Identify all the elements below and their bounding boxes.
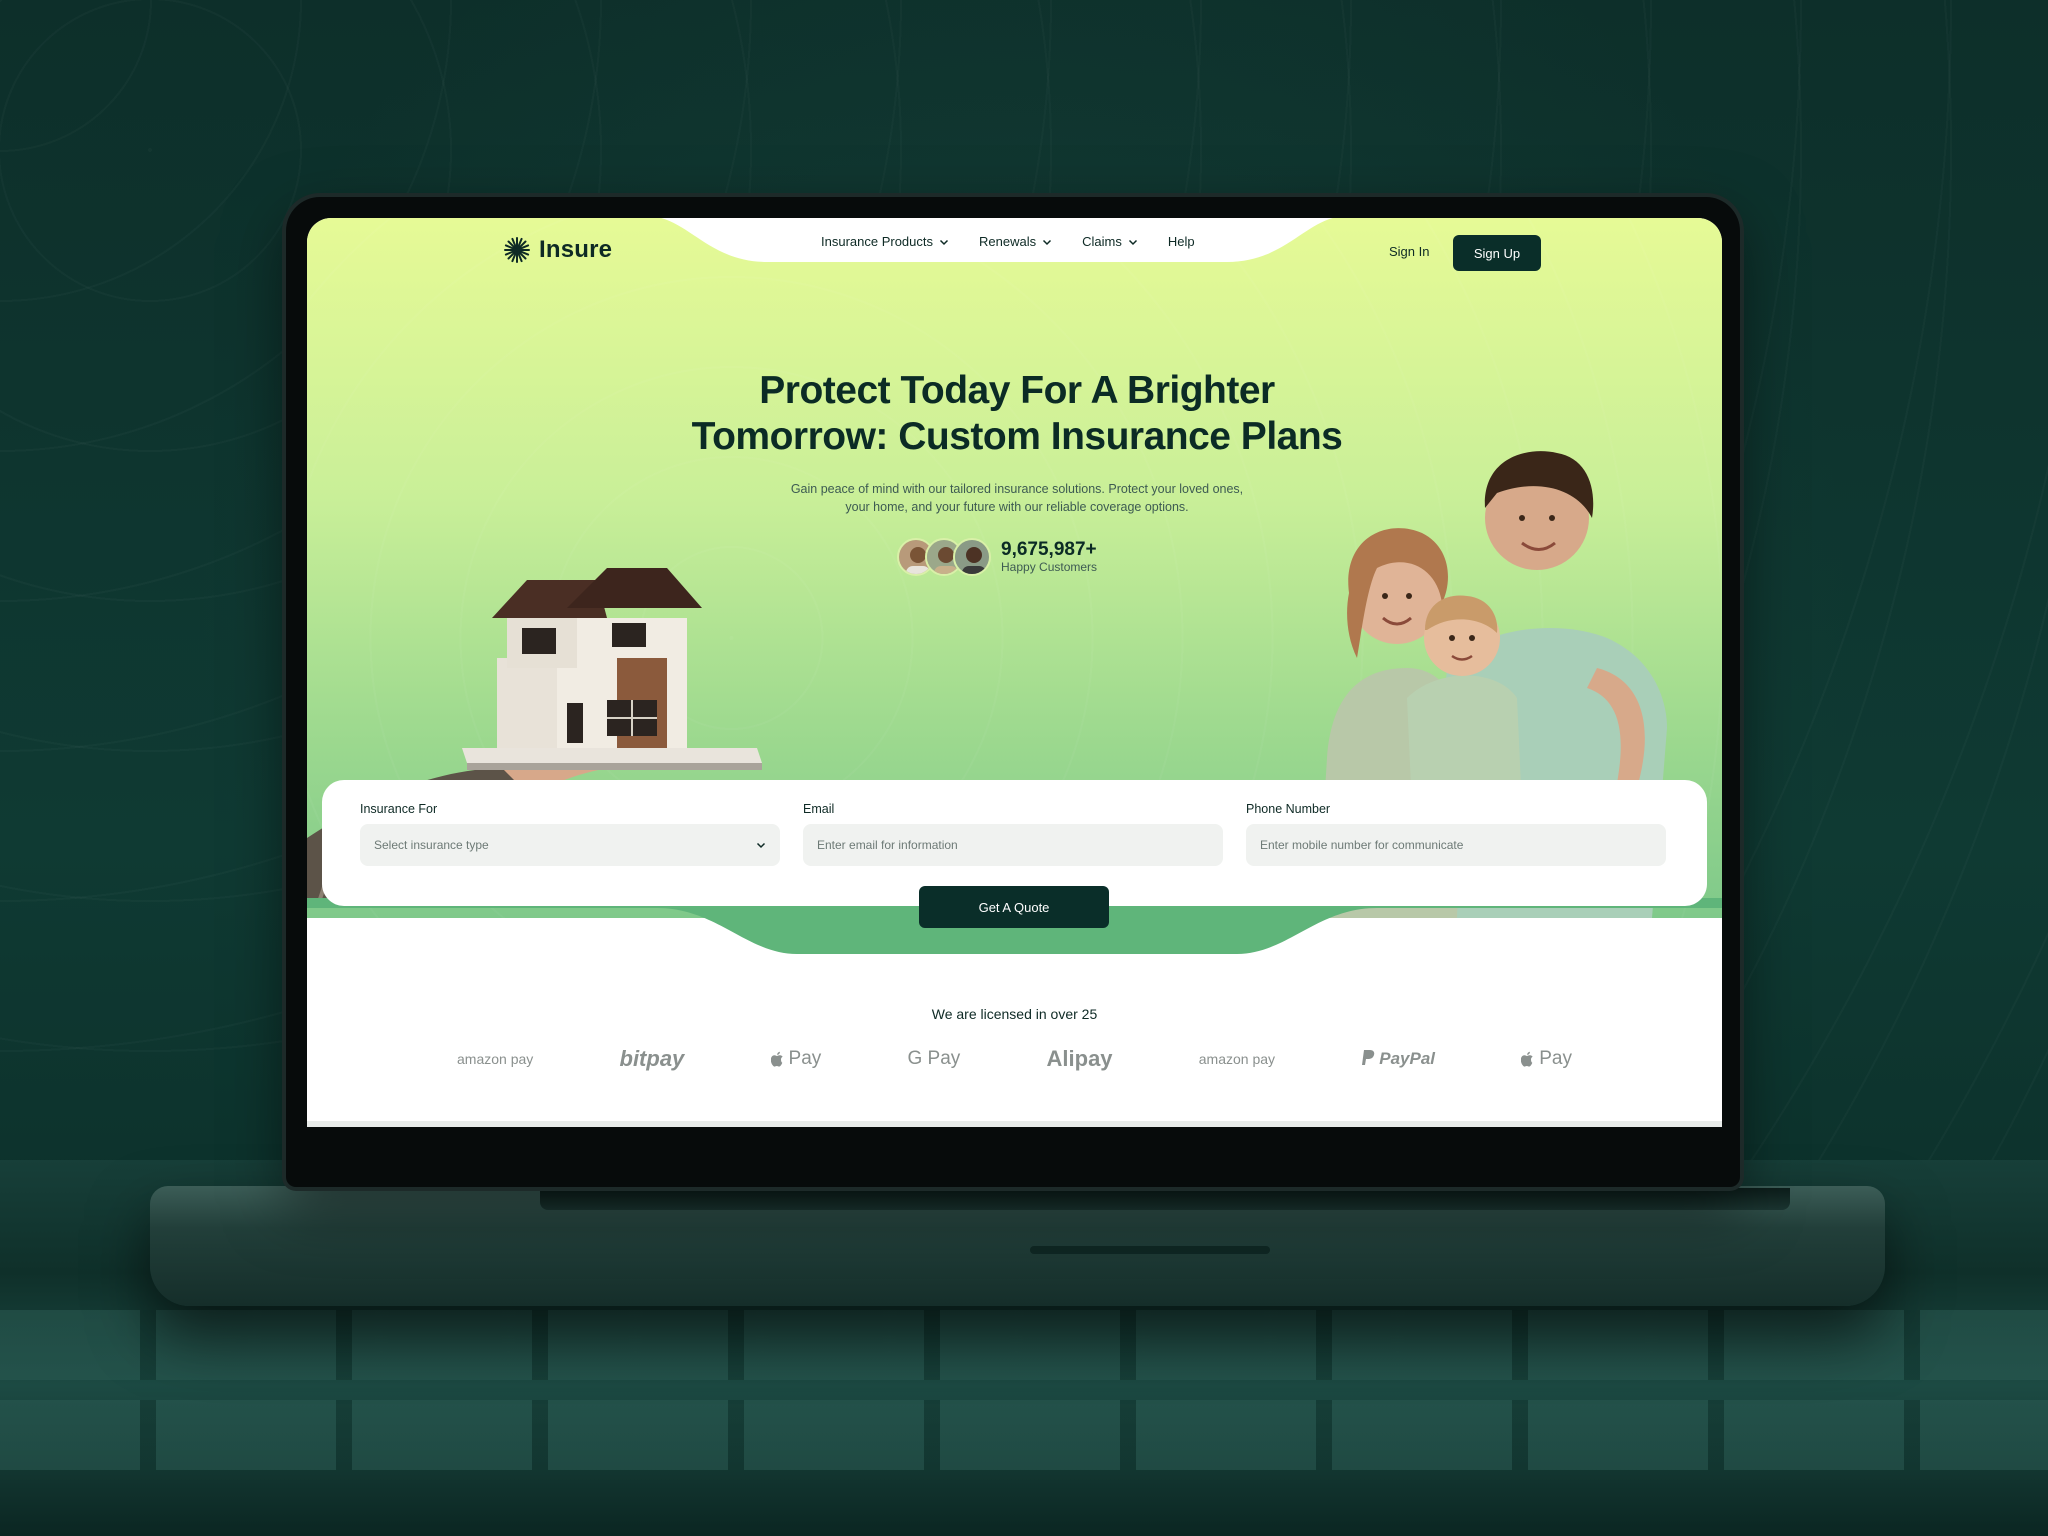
email-field: Email Enter email for information (803, 802, 1223, 866)
nav-item-label: Claims (1082, 234, 1122, 249)
phone-input[interactable]: Enter mobile number for communicate (1246, 824, 1666, 866)
amazon-pay-logo: amazon pay (457, 1051, 533, 1067)
main-nav: Insurance Products Renewals Claims Help (821, 234, 1195, 249)
hero-subtitle-line: your home, and your future with our reli… (845, 500, 1189, 514)
amazon-pay-logo: amazon pay (1199, 1051, 1275, 1067)
hero-title-line: Protect Today For A Brighter (759, 369, 1275, 412)
customer-stats-text: 9,675,987+ Happy Customers (1001, 539, 1098, 575)
chevron-down-icon (1043, 239, 1052, 245)
licensed-heading: We are licensed in over 25 (931, 1006, 1098, 1022)
customer-avatars (897, 538, 991, 576)
logo-text: Alipay (1046, 1046, 1113, 1071)
alipay-logo: Alipay (1047, 1046, 1113, 1072)
chevron-down-icon (939, 239, 949, 245)
nav-item-renewals[interactable]: Renewals (979, 234, 1052, 249)
chevron-down-icon (1128, 239, 1137, 245)
sunburst-icon (504, 237, 530, 263)
google-pay-logo: G Pay (907, 1048, 960, 1070)
customer-label: Happy Customers (1001, 560, 1098, 574)
website-screen: Insure Insurance Products Renewals Claim… (307, 218, 1722, 1121)
nav-item-help[interactable]: Help (1168, 234, 1195, 249)
logo-text: amazon pay (1198, 1051, 1276, 1067)
bitpay-logo: bitpay (620, 1046, 685, 1072)
email-placeholder: Enter email for information (817, 838, 958, 852)
apple-pay-logo: Pay (770, 1048, 822, 1070)
logo-text: Pay (1539, 1048, 1572, 1069)
hero-subtitle: Gain peace of mind with our tailored ins… (757, 480, 1277, 516)
hero-title-line: Tomorrow: Custom Insurance Plans (691, 415, 1343, 458)
nav-item-label: Renewals (979, 234, 1037, 249)
logo-text: amazon pay (457, 1051, 534, 1067)
nav-item-insurance-products[interactable]: Insurance Products (821, 234, 949, 249)
logo-text: Pay (788, 1048, 822, 1069)
chevron-down-icon (756, 842, 766, 849)
phone-placeholder: Enter mobile number for communicate (1260, 838, 1464, 852)
avatar (953, 538, 991, 576)
insurance-for-label: Insurance For (360, 802, 438, 816)
nav-item-label: Help (1167, 234, 1195, 249)
screen-bottom-edge (307, 1121, 1722, 1127)
nav-item-label: Insurance Products (821, 234, 934, 249)
email-label: Email (803, 802, 835, 816)
apple-pay-logo: Pay (1521, 1048, 1572, 1070)
keyboard-slot (540, 1188, 1790, 1210)
key-row (0, 1310, 2048, 1380)
logo-text: G Pay (907, 1048, 961, 1069)
apple-icon (770, 1051, 783, 1067)
phone-field: Phone Number Enter mobile number for com… (1246, 802, 1666, 866)
email-input[interactable]: Enter email for information (803, 824, 1223, 866)
customer-count: 9,675,987+ (1001, 539, 1097, 560)
sign-up-button[interactable]: Sign Up (1453, 235, 1541, 271)
trackpad-notch (1030, 1246, 1270, 1254)
brand-logo[interactable]: Insure (503, 236, 612, 264)
brand-name: Insure (539, 236, 613, 263)
logo-text: PayPal (1379, 1049, 1436, 1068)
get-quote-button[interactable]: Get A Quote (919, 886, 1109, 928)
nav-item-claims[interactable]: Claims (1082, 234, 1138, 249)
paypal-icon (1362, 1050, 1375, 1065)
insurance-for-field: Insurance For Select insurance type (360, 802, 780, 866)
insurance-type-select[interactable]: Select insurance type (360, 824, 780, 866)
customer-stats: 9,675,987+ Happy Customers (897, 538, 1097, 576)
paypal-logo: PayPal (1361, 1049, 1435, 1069)
apple-icon (1521, 1051, 1533, 1067)
phone-label: Phone Number (1246, 802, 1331, 816)
partner-logos: amazon pay bitpay Pay G Pay Alipay amazo… (457, 1046, 1572, 1072)
hero-subtitle-line: Gain peace of mind with our tailored ins… (790, 482, 1244, 496)
laptop-base (150, 1186, 1885, 1306)
key-row (0, 1400, 2048, 1470)
sign-in-link[interactable]: Sign In (1389, 244, 1429, 259)
insurance-type-placeholder: Select insurance type (374, 838, 489, 852)
logo-text: bitpay (619, 1046, 685, 1071)
